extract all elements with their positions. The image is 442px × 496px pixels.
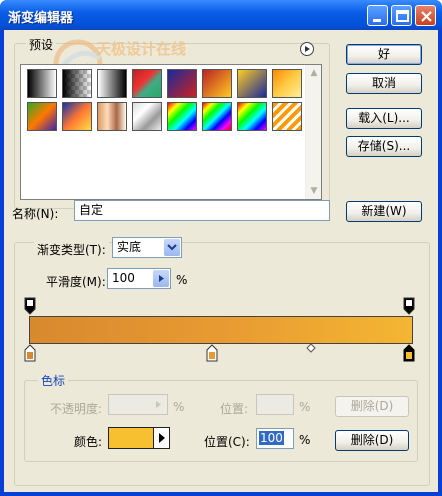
color-location-unit: % <box>299 433 311 447</box>
preset-swatch[interactable] <box>27 69 57 98</box>
load-button[interactable]: 载入(L)... <box>346 108 422 129</box>
gradient-editor-window: 渐变编辑器 预设 天极设计在线 Design.yesky.com <box>0 0 442 496</box>
opacity-stop-left[interactable] <box>24 297 36 315</box>
preset-swatch[interactable] <box>132 69 162 98</box>
color-swatch-fill <box>109 428 153 448</box>
presets-label: 预设 <box>26 36 57 53</box>
save-button[interactable]: 存储(S)... <box>346 136 422 157</box>
presets-list[interactable]: ▲ ▼ <box>20 64 322 200</box>
opacity-label: 不透明度: <box>50 402 103 416</box>
opacity-field <box>108 394 168 415</box>
color-stop-middle[interactable] <box>206 344 218 362</box>
close-icon <box>421 11 432 22</box>
preset-swatch[interactable] <box>237 69 267 98</box>
new-button[interactable]: 新建(W) <box>346 201 422 222</box>
color-location-label: 位置(C): <box>204 435 250 449</box>
preset-swatch[interactable] <box>272 69 302 98</box>
smoothness-unit: % <box>176 273 188 287</box>
smoothness-value: 100 <box>112 271 135 285</box>
preset-swatch[interactable] <box>167 102 197 131</box>
color-stop-left[interactable] <box>24 344 36 362</box>
maximize-button[interactable] <box>391 5 412 26</box>
opacity-stop-right[interactable] <box>403 297 415 315</box>
gradient-type-select[interactable]: 实底 <box>112 237 182 258</box>
chevron-down-icon <box>164 239 180 256</box>
ok-button[interactable]: 好 <box>346 44 422 65</box>
presets-scrollbar[interactable]: ▲ ▼ <box>305 65 321 199</box>
gradient-type-label: 渐变类型(T): <box>34 241 109 258</box>
color-menu-arrow-icon <box>159 433 165 443</box>
preset-swatch[interactable] <box>202 69 232 98</box>
opacity-location-label: 位置: <box>220 402 249 416</box>
maximize-icon <box>396 10 409 22</box>
color-stop-right-selected[interactable] <box>403 344 415 362</box>
smoothness-stepper-icon[interactable] <box>153 270 169 287</box>
name-label: 名称(N): <box>12 207 59 221</box>
preset-swatch[interactable] <box>62 69 92 98</box>
minimize-icon <box>373 19 381 22</box>
opacity-stepper-icon <box>156 401 161 408</box>
color-label: 颜色: <box>74 435 103 449</box>
color-location-field[interactable]: 100 <box>256 428 294 449</box>
preset-menu-button[interactable] <box>300 42 314 56</box>
preset-swatch[interactable] <box>97 102 127 131</box>
opacity-location-unit: % <box>299 400 311 414</box>
gradient-preview-bar[interactable] <box>29 316 413 344</box>
preset-swatch[interactable] <box>97 69 127 98</box>
title-bar[interactable]: 渐变编辑器 <box>0 0 442 30</box>
stops-label: 色标 <box>38 372 69 389</box>
scroll-down-icon[interactable]: ▼ <box>307 184 321 198</box>
delete-color-stop-button[interactable]: 删除(D) <box>335 430 409 451</box>
preset-swatch[interactable] <box>202 102 232 131</box>
close-button[interactable] <box>415 5 436 26</box>
opacity-location-field <box>256 394 294 415</box>
preset-swatch[interactable] <box>62 102 92 131</box>
name-field[interactable]: 自定 <box>74 200 330 221</box>
delete-opacity-stop-button: 删除(D) <box>335 396 409 417</box>
window-title: 渐变编辑器 <box>8 11 74 26</box>
cancel-button[interactable]: 取消 <box>346 73 422 94</box>
minimize-button[interactable] <box>367 5 388 26</box>
flyout-arrow-icon <box>305 46 310 52</box>
color-location-value: 100 <box>259 431 284 445</box>
preset-swatch[interactable] <box>27 102 57 131</box>
smoothness-label: 平滑度(M): <box>46 275 106 289</box>
opacity-unit: % <box>173 400 185 414</box>
midpoint-diamond-icon[interactable] <box>306 343 316 353</box>
preset-swatch[interactable] <box>167 69 197 98</box>
scroll-up-icon[interactable]: ▲ <box>307 66 321 80</box>
color-swatch[interactable] <box>108 427 170 449</box>
gradient-type-value: 实底 <box>117 240 142 254</box>
dialog-body: 预设 天极设计在线 Design.yesky.com ▲ ▼ 好 取消 载入(L… <box>4 30 438 492</box>
smoothness-field[interactable]: 100 <box>107 268 171 289</box>
preset-swatch[interactable] <box>237 102 267 131</box>
preset-swatch[interactable] <box>272 102 302 131</box>
preset-swatch[interactable] <box>132 102 162 131</box>
